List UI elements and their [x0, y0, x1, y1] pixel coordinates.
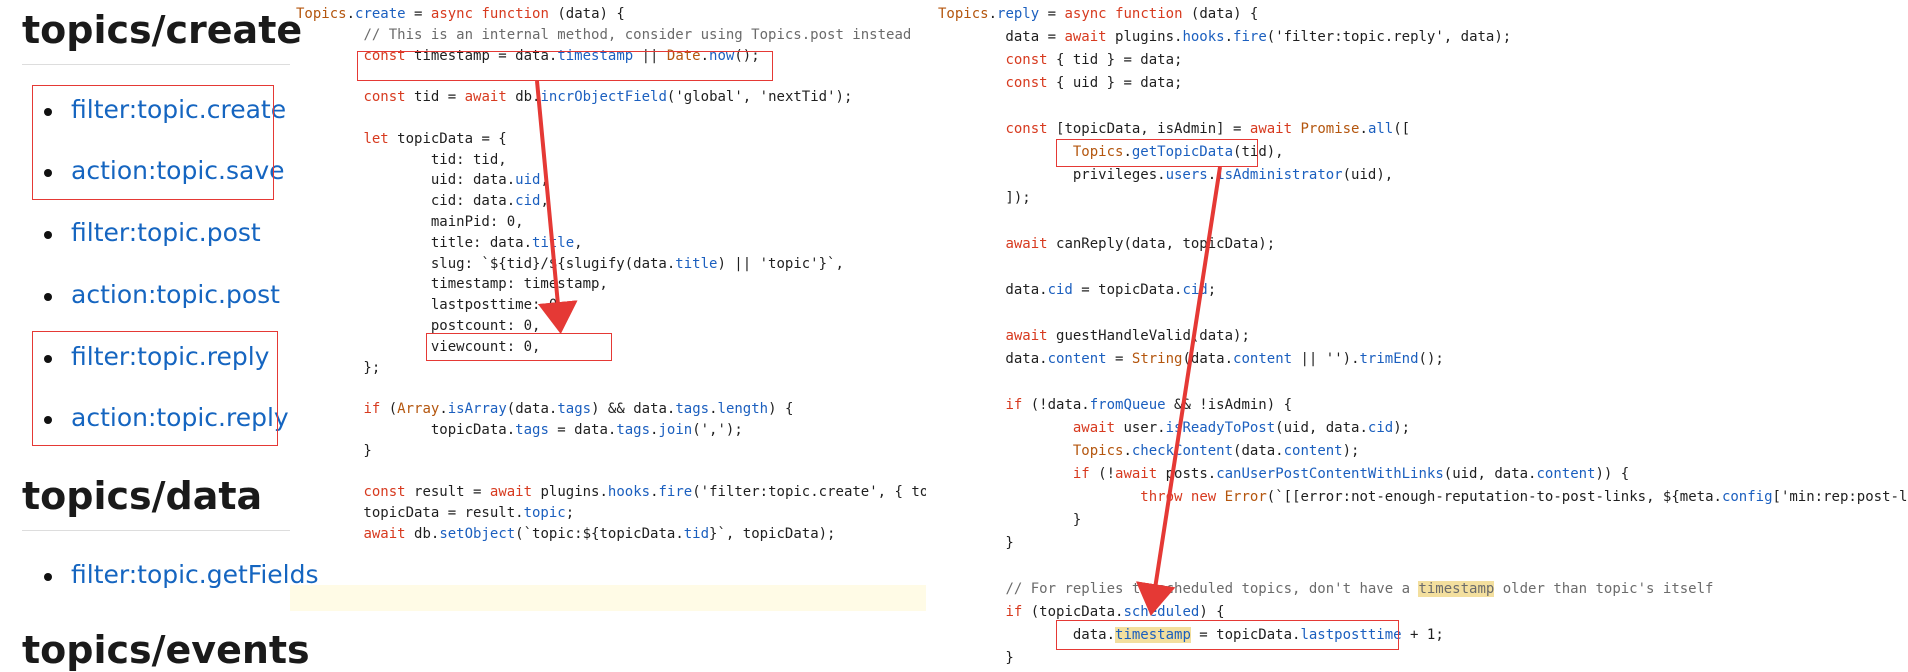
hook-link-label[interactable]: filter:topic.post — [71, 218, 261, 247]
section-title-topics-events: topics/events — [22, 628, 310, 672]
code-line: await canReply(data, topicData); — [1005, 236, 1276, 252]
section-title-topics-create: topics/create — [22, 8, 303, 52]
code-block-topics-reply: Topics.reply = async function (data) { d… — [938, 3, 1908, 668]
code-line: // This is an internal method, consider … — [363, 26, 912, 43]
code-line: Topics.create = async function (data) { — [296, 6, 625, 22]
code-line: }; — [296, 359, 381, 376]
highlight-box-const-timestamp — [357, 51, 773, 81]
code-line: topicData.tags = data.tags.join(','); — [296, 422, 743, 438]
code-line: tid: tid, — [296, 151, 507, 168]
code-line: await db.setObject(`topic:${topicData.ti… — [363, 526, 836, 542]
code-line: await user.isReadyToPost(uid, data.cid); — [1072, 420, 1411, 436]
code-line: Topics.checkContent(data.content); — [1072, 443, 1360, 459]
code-line: const [topicData, isAdmin] = await Promi… — [1005, 121, 1411, 137]
section-title-topics-data: topics/data — [22, 474, 263, 518]
hook-link-label[interactable]: filter:topic.getFields — [71, 560, 319, 589]
code-line: lastposttime: 0, — [296, 297, 566, 314]
code-line: privileges.users.isAdministrator(uid), — [938, 167, 1394, 183]
code-line: title: data.title, — [296, 234, 583, 251]
code-line: mainPid: 0, — [296, 214, 524, 230]
code-line: } — [938, 512, 1082, 528]
code-line: await guestHandleValid(data); — [1005, 328, 1250, 344]
code-line: slug: `${tid}/${slugify(data.title) || '… — [296, 255, 844, 272]
code-line: if (!await posts.canUserPostContentWithL… — [1072, 466, 1630, 482]
code-line: topicData = result.topic; — [296, 505, 575, 522]
code-line: data.cid = topicData.cid; — [938, 282, 1217, 298]
section-divider — [22, 530, 290, 531]
bullet-icon — [44, 293, 52, 301]
code-line: } — [296, 442, 372, 459]
highlight-box-get-topic-data — [1056, 139, 1258, 167]
highlight-box-reply-hooks — [32, 331, 278, 446]
code-line: const result = await plugins.hooks.fire(… — [363, 484, 926, 501]
hook-link-label[interactable]: action:topic.post — [71, 280, 280, 309]
highlight-box-create-hooks — [32, 85, 274, 200]
code-line: throw new Error(`[[error:not-enough-repu… — [1140, 489, 1908, 505]
code-line: const { tid } = data; — [1005, 52, 1183, 68]
code-line: // For replies to scheduled topics, don'… — [1005, 581, 1714, 597]
bullet-icon — [44, 231, 52, 239]
code-line: const tid = await db.incrObjectField('gl… — [363, 89, 853, 106]
bullet-icon — [44, 573, 52, 581]
code-line: Topics.reply = async function (data) { — [938, 6, 1259, 22]
code-line: } — [938, 650, 1014, 666]
code-line: timestamp: timestamp, — [296, 276, 608, 293]
code-line: let topicData = { — [363, 130, 507, 147]
code-line: cid: data.cid, — [296, 193, 549, 210]
section-divider — [22, 64, 290, 65]
code-line: uid: data.uid, — [296, 172, 549, 189]
highlight-box-data-timestamp — [1056, 620, 1399, 650]
doc-sidebar: topics/create filter:topic.create action… — [0, 0, 319, 672]
code-line: data.content = String(data.content || ''… — [938, 351, 1444, 367]
code-line: if (Array.isArray(data.tags) && data.tag… — [363, 401, 794, 418]
code-line: ]); — [938, 190, 1031, 206]
code-line: if (!data.fromQueue && !isAdmin) { — [1005, 397, 1293, 413]
highlight-box-timestamp-field — [426, 333, 612, 361]
code-line: const { uid } = data; — [1005, 75, 1183, 91]
code-line: } — [938, 535, 1014, 551]
code-line: data = await plugins.hooks.fire('filter:… — [938, 29, 1512, 45]
